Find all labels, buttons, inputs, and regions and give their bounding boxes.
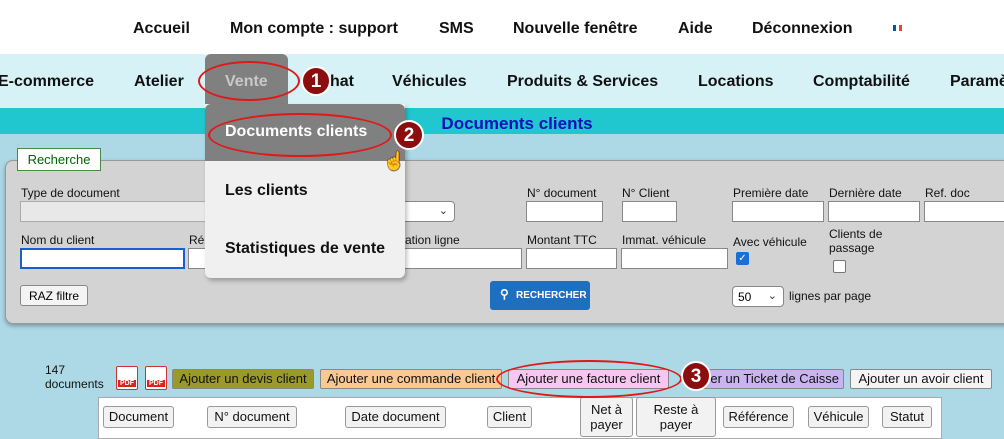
num-document-input[interactable]	[526, 201, 603, 222]
annotation-number-3: 3	[681, 361, 711, 391]
page-title-banner: Documents clients	[0, 108, 1004, 134]
recherche-tab[interactable]: Recherche	[17, 148, 101, 171]
annotation-number-2: 2	[394, 120, 424, 150]
lines-per-page-select[interactable]: 50 ⌄	[732, 286, 784, 307]
column-document[interactable]: Document	[103, 406, 174, 428]
ref-doc-input[interactable]	[924, 201, 1004, 222]
label-num-document: N° document	[527, 186, 597, 200]
label-reference: Ré	[189, 233, 205, 247]
nav-item-locations[interactable]: Locations	[698, 73, 774, 91]
label-type-document: Type de document	[21, 186, 120, 200]
montant-ttc-input[interactable]	[526, 248, 617, 269]
label-immat: Immat. véhicule	[622, 233, 707, 247]
annotation-ring-vente	[198, 61, 300, 101]
nav-item-vehicules[interactable]: Véhicules	[392, 73, 467, 91]
link-mon-compte[interactable]: Mon compte : support	[230, 20, 398, 38]
nav-item-atelier[interactable]: Atelier	[134, 73, 184, 91]
documents-count: 147 documents	[45, 363, 104, 391]
nav-item-comptabilite[interactable]: Comptabilité	[813, 73, 910, 91]
type-document-select[interactable]	[20, 201, 210, 222]
page-title: Documents clients	[441, 114, 593, 133]
documents-count-value: 147	[45, 363, 66, 377]
annotation-number-1: 1	[301, 66, 331, 96]
derniere-date-input[interactable]	[828, 201, 920, 222]
link-nouvelle-fenetre[interactable]: Nouvelle fenêtre	[513, 20, 637, 38]
label-clients-passage-2: passage	[829, 241, 875, 255]
num-client-input[interactable]	[622, 201, 677, 222]
add-avoir-button[interactable]: Ajouter un avoir client	[850, 369, 992, 389]
menu-item-label: Les clients	[225, 182, 308, 199]
pdf-export-icon[interactable]: PDF	[116, 366, 138, 390]
rechercher-button[interactable]: ⚲ RECHERCHER	[490, 281, 590, 310]
pdf-export-icon[interactable]: PDF	[145, 366, 167, 390]
search-icon: ⚲	[500, 287, 509, 301]
lines-per-page-value: 50	[738, 290, 752, 304]
column-date-document[interactable]: Date document	[345, 406, 446, 428]
column-reste-a-payer[interactable]: Reste à payer	[636, 397, 716, 437]
label-avec-vehicule: Avec véhicule	[733, 235, 807, 249]
annotation-ring-documents-clients	[208, 113, 392, 157]
link-sms[interactable]: SMS	[439, 20, 474, 38]
immat-input[interactable]	[621, 248, 728, 269]
link-accueil[interactable]: Accueil	[133, 20, 190, 38]
column-reference[interactable]: Référence	[723, 406, 794, 428]
designation-ligne-input[interactable]	[400, 248, 522, 269]
designation-select[interactable]: ⌄	[400, 201, 455, 222]
add-devis-button[interactable]: Ajouter un devis client	[172, 369, 314, 389]
link-deconnexion[interactable]: Déconnexion	[752, 20, 852, 38]
top-bar: Accueil Mon compte : support SMS Nouvell…	[0, 0, 1004, 54]
link-aide[interactable]: Aide	[678, 20, 713, 38]
column-net-a-payer[interactable]: Net à payer	[580, 397, 633, 437]
label-num-client: N° Client	[622, 186, 670, 200]
column-statut[interactable]: Statut	[882, 406, 932, 428]
label-premiere-date: Première date	[733, 186, 809, 200]
avec-vehicule-checkbox[interactable]: ✓	[736, 252, 749, 265]
nav-item-achat[interactable]: hat	[330, 73, 354, 91]
lines-per-page-label: lignes par page	[789, 289, 872, 303]
chevron-down-icon: ⌄	[767, 290, 777, 302]
menu-item-les-clients[interactable]: Les clients	[205, 164, 405, 214]
nav-item-parametres[interactable]: Paramè	[950, 73, 1004, 91]
chevron-down-icon: ⌄	[438, 205, 448, 217]
nav-item-ecommerce[interactable]: E-commerce	[0, 73, 94, 91]
annotation-ring-facture	[496, 360, 682, 398]
raz-filtre-button[interactable]: RAZ filtre	[20, 285, 88, 306]
menu-item-label: Statistiques de vente	[225, 240, 386, 257]
add-commande-button[interactable]: Ajouter une commande client	[320, 369, 502, 389]
column-num-document[interactable]: N° document	[207, 406, 297, 428]
main-nav: E-commerce Atelier hat Véhicules Produit…	[0, 54, 1004, 108]
label-montant-ttc: Montant TTC	[527, 233, 597, 247]
french-flag-icon[interactable]	[893, 25, 902, 31]
label-derniere-date: Dernière date	[829, 186, 902, 200]
label-nom-client: Nom du client	[21, 233, 95, 247]
label-ref-doc: Ref. doc	[925, 186, 970, 200]
label-clients-passage-1: Clients de	[829, 227, 883, 241]
menu-item-statistiques-vente[interactable]: Statistiques de vente	[205, 222, 405, 272]
premiere-date-input[interactable]	[732, 201, 824, 222]
add-ticket-caisse-button[interactable]: er un Ticket de Caisse	[698, 369, 844, 389]
column-client[interactable]: Client	[487, 406, 532, 428]
nav-item-produits-services[interactable]: Produits & Services	[507, 73, 658, 91]
clients-passage-checkbox[interactable]	[833, 260, 846, 273]
nom-client-input[interactable]	[20, 248, 185, 269]
hand-cursor-icon: ☝	[383, 151, 406, 171]
label-designation-ligne: ation ligne	[405, 233, 460, 247]
rechercher-label: RECHERCHER	[516, 290, 587, 301]
column-vehicule[interactable]: Véhicule	[808, 406, 869, 428]
documents-count-label: documents	[45, 377, 104, 391]
